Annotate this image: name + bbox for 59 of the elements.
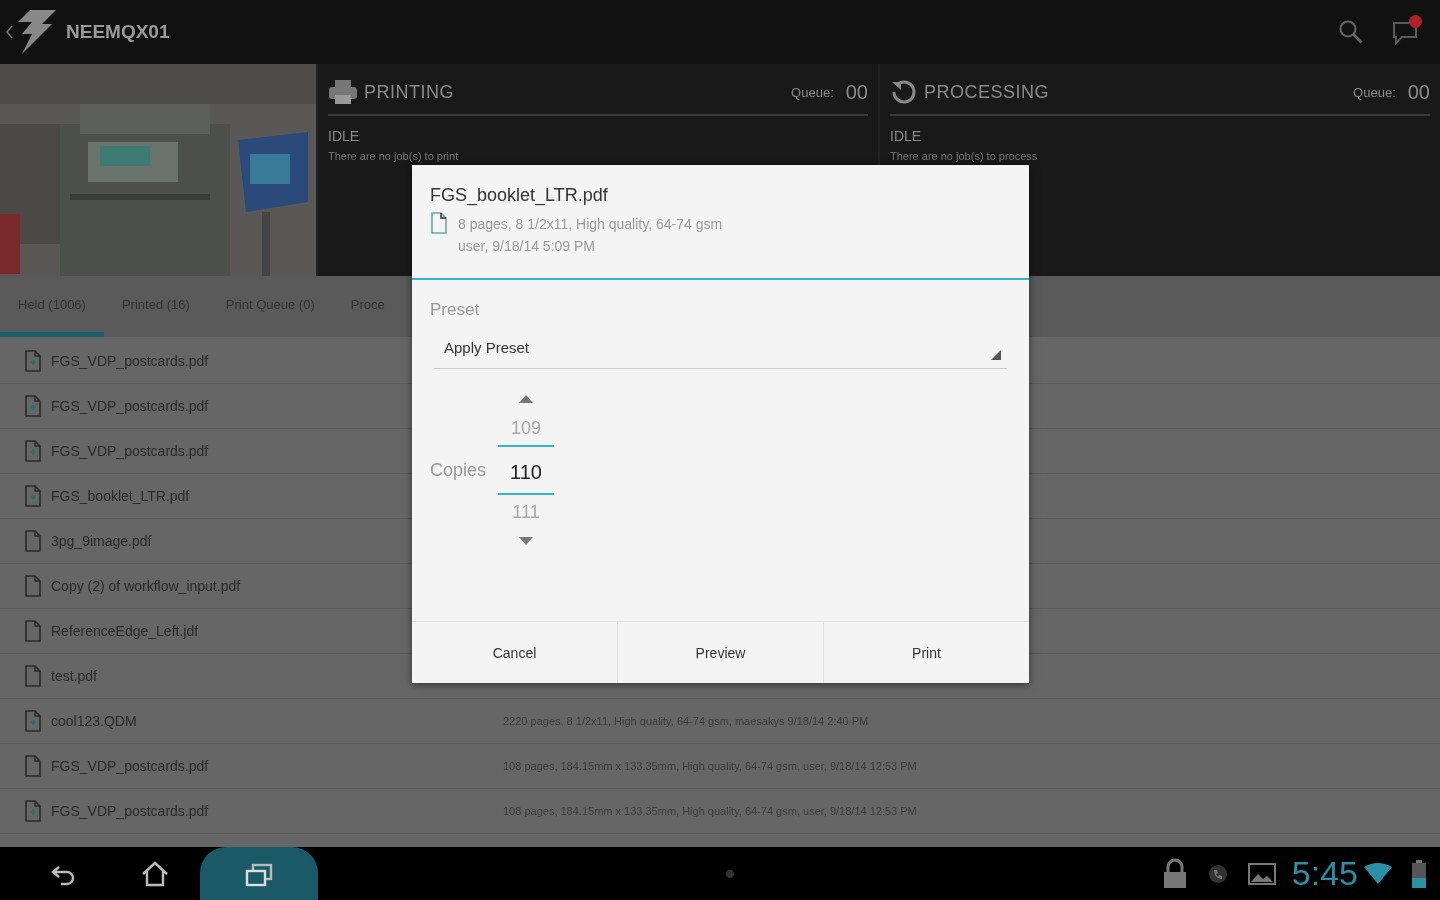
document-icon [24,440,42,462]
queue-count: 00 [1407,80,1430,104]
copies-field[interactable]: 110 [498,445,554,495]
file-info: 8 pages, 8 1/2x11, High quality, 64-74 gsm [458,216,723,232]
app-title: NEEMQX01 [66,21,170,43]
copies-label: Copies [430,459,487,481]
file-name[interactable]: FGS_booklet_LTR.pdf [51,488,190,504]
panel-title: PROCESSING [924,81,1050,103]
dialog-button[interactable]: Preview [617,622,823,683]
dropdown-corner-icon [991,350,1001,360]
dialog-title: FGS_booklet_LTR.pdf [430,185,609,206]
queue-label: Queue: [791,84,834,100]
file-name[interactable]: 3pg_9image.pdf [51,533,152,549]
document-icon [24,710,42,732]
lock-icon [1161,857,1188,890]
file-name[interactable]: FGS_VDP_postcards.pdf [51,443,209,459]
dialog-button[interactable]: Print [823,622,1029,683]
file-name[interactable]: ReferenceEdge_Left.jdf [51,623,199,639]
file-name[interactable]: Copy (2) of workflow_input.pdf [51,578,241,594]
wifi-icon [1364,862,1392,885]
menu-dot-icon[interactable] [725,869,734,878]
battery-icon [1412,859,1426,888]
file-name[interactable]: cool123.QDM [51,713,137,729]
document-icon [24,800,42,822]
status-text: IDLE [890,128,923,144]
file-name[interactable]: test.pdf [51,668,97,684]
preset-dropdown[interactable]: Apply Preset [434,334,1007,369]
file-name[interactable]: FGS_VDP_postcards.pdf [51,398,209,414]
queue-label: Queue: [1353,84,1396,100]
search-icon[interactable] [1338,19,1364,45]
document-icon [24,395,42,417]
blank-document-icon [24,575,42,597]
blank-document-icon [24,620,42,642]
image-icon [1247,861,1276,886]
file-name[interactable]: FGS_VDP_postcards.pdf [51,758,209,774]
next-value: 111 [511,501,541,524]
status-message: There are no job(s) to print [328,150,460,162]
up-caret-icon[interactable] [4,24,14,40]
queue-count: 00 [845,80,868,104]
preset-label: Preset [430,300,481,320]
blank-document-icon [24,665,42,687]
recent-apps-button[interactable] [200,847,318,900]
printer-icon [328,79,358,105]
blank-document-icon [24,530,42,552]
document-icon [24,350,42,372]
previous-value: 109 [509,417,542,440]
file-name[interactable]: FGS_VDP_postcards.pdf [51,353,209,369]
blank-document-icon [430,212,448,234]
panel-title: PRINTING [364,81,454,103]
refresh-icon [890,78,918,106]
file-name[interactable]: FGS_VDP_postcards.pdf [51,803,209,819]
file-info: user, 9/18/14 5:09 PM [458,238,596,254]
blank-document-icon [24,755,42,777]
status-message: There are no job(s) to process [890,150,1039,162]
phone-icon [1207,863,1228,884]
clock-time: 5:45 [1291,854,1358,893]
status-text: IDLE [328,128,361,144]
document-icon [24,485,42,507]
dialog-button[interactable]: Cancel [412,622,617,683]
